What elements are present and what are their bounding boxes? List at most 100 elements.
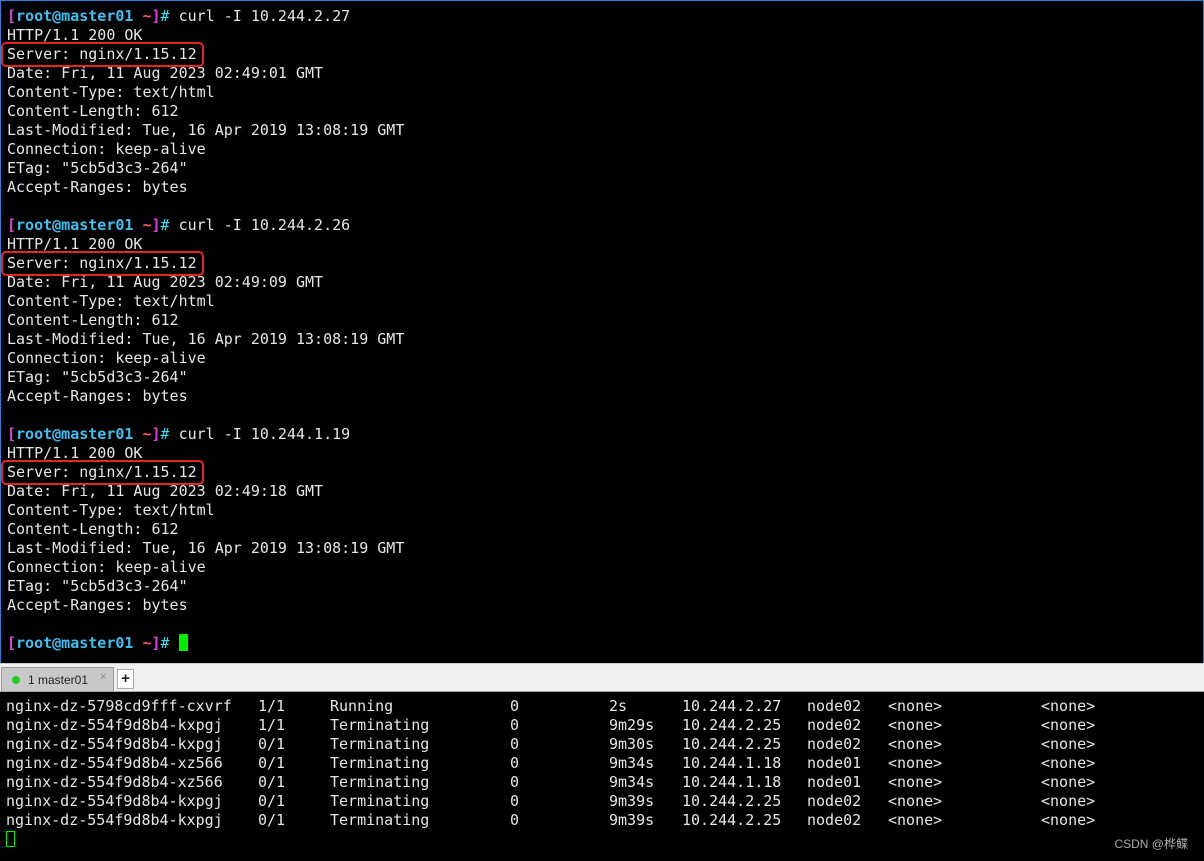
prompt-bracket: [ <box>7 425 17 443</box>
output-text: Date: Fri, 11 Aug 2023 02:49:01 GMT <box>7 64 324 82</box>
pod-cell: Terminating <box>330 735 430 753</box>
tab-master01[interactable]: 1 master01 × <box>1 667 114 691</box>
pod-cell: nginx-dz-554f9d8b4-kxpgj <box>6 716 223 734</box>
output-line: Server: nginx/1.15.12 <box>1 460 404 485</box>
pod-cell: 9m34s <box>609 773 655 791</box>
pod-row: nginx-dz-554f9d8b4-xz566 0/1 Terminating 0 9… <box>6 754 1095 773</box>
pod-cell: 1/1 <box>258 697 286 715</box>
connected-status-icon <box>12 676 20 684</box>
output-text: Last-Modified: Tue, 16 Apr 2019 13:08:19… <box>7 330 405 348</box>
pod-list: nginx-dz-5798cd9fff-cxvrf 1/1 Running 0 2s 10… <box>6 697 1095 830</box>
output-text: ETag: "5cb5d3c3-264" <box>7 577 188 595</box>
cursor <box>6 831 15 847</box>
pod-row: nginx-dz-554f9d8b4-kxpgj 0/1 Terminating 0 9… <box>6 735 1095 754</box>
output-text: Date: Fri, 11 Aug 2023 02:49:18 GMT <box>7 482 324 500</box>
output-line: Content-Length: 612 <box>7 102 404 121</box>
output-line: Accept-Ranges: bytes <box>7 596 404 615</box>
pod-cell: nginx-dz-554f9d8b4-xz566 <box>6 773 223 791</box>
output-line: Date: Fri, 11 Aug 2023 02:49:01 GMT <box>7 64 404 83</box>
prompt-user: root@master01 <box>16 216 134 234</box>
close-tab-icon[interactable]: × <box>100 671 106 683</box>
pod-cell: 10.244.2.25 <box>682 716 782 734</box>
pod-cell: <none> <box>888 773 943 791</box>
output-line: Accept-Ranges: bytes <box>7 178 404 197</box>
prompt-user: root@master01 <box>16 7 134 25</box>
output-text: HTTP/1.1 200 OK <box>7 444 143 462</box>
terminal-pane-bottom[interactable]: nginx-dz-5798cd9fff-cxvrf 1/1 Running 0 2s 10… <box>0 691 1204 861</box>
output-text: Connection: keep-alive <box>7 140 206 158</box>
prompt-path: ~ <box>142 425 152 443</box>
pod-cell: 2s <box>609 697 628 715</box>
output-line: Server: nginx/1.15.12 <box>1 251 404 276</box>
pod-row: nginx-dz-5798cd9fff-cxvrf 1/1 Running 0 2s 10… <box>6 697 1095 716</box>
prompt-path: ~ <box>142 634 152 652</box>
output-text: Date: Fri, 11 Aug 2023 02:49:09 GMT <box>7 273 324 291</box>
pod-cell: 9m39s <box>609 811 655 829</box>
highlighted-server-header: Server: nginx/1.15.12 <box>1 251 204 276</box>
pod-cell: <none> <box>1041 735 1096 753</box>
prompt-bracket: [ <box>7 216 17 234</box>
prompt-user: root@master01 <box>16 425 134 443</box>
output-text: Content-Length: 612 <box>7 311 179 329</box>
prompt-bracket: [ <box>7 634 17 652</box>
pod-cell: 0 <box>510 792 520 810</box>
pod-cell: 0/1 <box>258 811 286 829</box>
pod-row: nginx-dz-554f9d8b4-xz566 0/1 Terminating 0 9… <box>6 773 1095 792</box>
output-text: HTTP/1.1 200 OK <box>7 26 143 44</box>
output-text: Last-Modified: Tue, 16 Apr 2019 13:08:19… <box>7 121 405 139</box>
pod-cell: <none> <box>888 811 943 829</box>
pod-cell: 0 <box>510 716 520 734</box>
output-line: Content-Type: text/html <box>7 292 404 311</box>
pod-cell: <none> <box>1041 773 1096 791</box>
output-text: Content-Length: 612 <box>7 102 179 120</box>
pod-cell: 10.244.2.25 <box>682 735 782 753</box>
pod-cell: Terminating <box>330 792 430 810</box>
pod-cell: node02 <box>807 792 862 810</box>
pod-cell: nginx-dz-554f9d8b4-kxpgj <box>6 792 223 810</box>
pod-row: nginx-dz-554f9d8b4-kxpgj 0/1 Terminating 0 9… <box>6 792 1095 811</box>
pod-cell: 9m34s <box>609 754 655 772</box>
output-line: HTTP/1.1 200 OK <box>7 235 404 254</box>
prompt-path: ~ <box>142 7 152 25</box>
terminal-pane-top[interactable]: [root@master01 ~]# curl -I 10.244.2.27 HT… <box>0 0 1204 663</box>
output-text: Accept-Ranges: bytes <box>7 387 188 405</box>
command-line: [root@master01 ~]# curl -I 10.244.1.19 <box>7 425 404 444</box>
prompt-bracket: ] <box>151 634 161 652</box>
pod-cell: 10.244.1.18 <box>682 773 782 791</box>
pod-cell: 0 <box>510 697 520 715</box>
output-line: Accept-Ranges: bytes <box>7 387 404 406</box>
pod-cell: nginx-dz-554f9d8b4-xz566 <box>6 754 223 772</box>
output-text: ETag: "5cb5d3c3-264" <box>7 159 188 177</box>
pod-cell: <none> <box>888 697 943 715</box>
output-line: Content-Type: text/html <box>7 83 404 102</box>
pod-row: nginx-dz-554f9d8b4-kxpgj 1/1 Terminating 0 9… <box>6 716 1095 735</box>
output-line: ETag: "5cb5d3c3-264" <box>7 368 404 387</box>
highlighted-server-header: Server: nginx/1.15.12 <box>1 42 204 67</box>
pod-cell: 1/1 <box>258 716 286 734</box>
output-line: Server: nginx/1.15.12 <box>1 42 404 67</box>
output-line: Content-Length: 612 <box>7 311 404 330</box>
pod-cell: 0 <box>510 811 520 829</box>
prompt-line: [root@master01 ~]# <box>7 634 404 653</box>
pod-cell: 9m29s <box>609 716 655 734</box>
pod-cell: nginx-dz-5798cd9fff-cxvrf <box>6 697 232 715</box>
watermark: CSDN @桦鲽 <box>1114 837 1188 851</box>
output-text: Connection: keep-alive <box>7 349 206 367</box>
prompt-path: ~ <box>142 216 152 234</box>
pod-cell: node01 <box>807 754 862 772</box>
pod-cell: 0/1 <box>258 773 286 791</box>
pod-cell: node02 <box>807 697 862 715</box>
prompt-bracket: ] <box>151 425 161 443</box>
add-tab-button[interactable]: + <box>117 669 134 689</box>
pod-cell: <none> <box>888 735 943 753</box>
output-line: Content-Type: text/html <box>7 501 404 520</box>
prompt-user: root@master01 <box>16 634 134 652</box>
pod-cell: 0/1 <box>258 754 286 772</box>
pod-cell: 9m30s <box>609 735 655 753</box>
pod-cell: nginx-dz-554f9d8b4-kxpgj <box>6 735 223 753</box>
output-line: Last-Modified: Tue, 16 Apr 2019 13:08:19… <box>7 539 404 558</box>
pod-cell: <none> <box>1041 716 1096 734</box>
pod-cell: 0 <box>510 735 520 753</box>
